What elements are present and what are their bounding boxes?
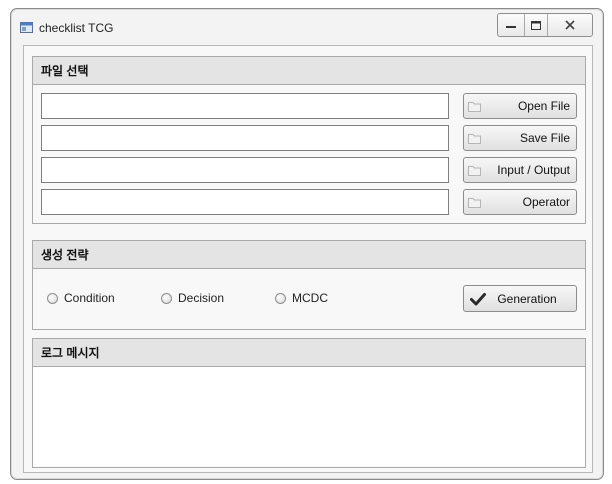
radio-mcdc-label: MCDC <box>292 291 328 305</box>
app-icon <box>20 22 33 33</box>
folder-icon <box>468 197 481 208</box>
input-output-path-input[interactable] <box>41 157 449 183</box>
maximize-icon <box>531 20 541 30</box>
checkmark-icon <box>470 292 486 305</box>
radio-mcdc[interactable]: MCDC <box>275 291 328 305</box>
close-button[interactable] <box>548 14 592 36</box>
app-window: checklist TCG 파일 선택 Open File Save File … <box>10 8 604 480</box>
save-file-button[interactable]: Save File <box>463 125 577 151</box>
generation-strategy-group: 생성 전략 Condition Decision MCDC Generation <box>32 240 586 330</box>
save-file-path-input[interactable] <box>41 125 449 151</box>
radio-decision[interactable]: Decision <box>161 291 224 305</box>
open-file-path-input[interactable] <box>41 93 449 119</box>
file-selection-header: 파일 선택 <box>33 57 585 85</box>
minimize-icon <box>506 26 516 28</box>
log-message-group: 로그 메시지 <box>32 338 586 468</box>
radio-condition[interactable]: Condition <box>47 291 115 305</box>
operator-path-input[interactable] <box>41 189 449 215</box>
minimize-button[interactable] <box>498 14 525 36</box>
title-bar[interactable]: checklist TCG <box>11 9 603 43</box>
window-controls <box>497 13 593 37</box>
radio-condition-label: Condition <box>64 291 115 305</box>
open-file-button[interactable]: Open File <box>463 93 577 119</box>
operator-button[interactable]: Operator <box>463 189 577 215</box>
log-output-area[interactable] <box>33 367 585 466</box>
file-selection-group: 파일 선택 Open File Save File Input / Output… <box>32 56 586 224</box>
client-area: 파일 선택 Open File Save File Input / Output… <box>23 45 593 473</box>
radio-circle <box>161 292 172 304</box>
folder-icon <box>468 165 481 176</box>
window-title: checklist TCG <box>39 21 114 35</box>
generation-strategy-header: 생성 전략 <box>33 241 585 269</box>
radio-decision-label: Decision <box>178 291 225 305</box>
radio-circle <box>47 292 58 304</box>
close-icon <box>565 20 575 30</box>
folder-icon <box>468 133 481 144</box>
folder-icon <box>468 101 481 112</box>
maximize-button[interactable] <box>525 14 548 36</box>
generation-button[interactable]: Generation <box>463 285 577 312</box>
radio-circle <box>275 292 286 304</box>
input-output-button[interactable]: Input / Output <box>463 157 577 183</box>
log-message-header: 로그 메시지 <box>33 339 585 367</box>
